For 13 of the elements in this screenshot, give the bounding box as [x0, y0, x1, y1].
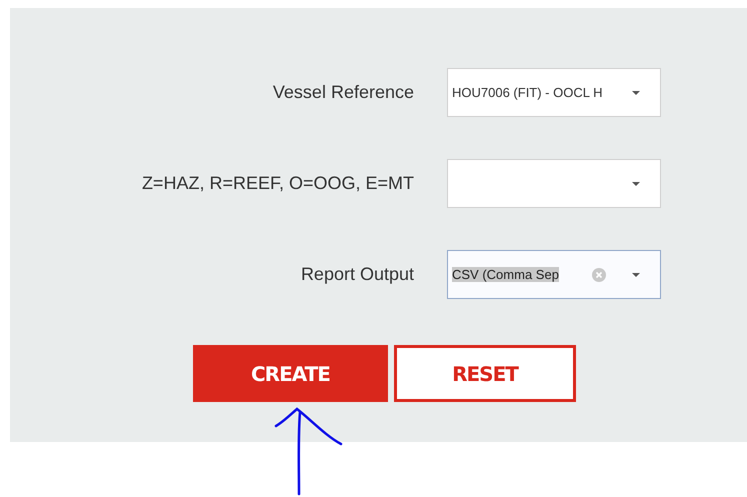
field-value: CSV (Comma Sep	[452, 267, 559, 282]
caret-icon[interactable]	[632, 90, 640, 94]
field-value: HOU7006 (FIT) - OOCL H	[452, 85, 602, 100]
field-label: Vessel Reference	[272, 82, 414, 103]
action-button[interactable]: CREATE	[193, 345, 388, 402]
caret-icon[interactable]	[632, 182, 640, 186]
action-button[interactable]: RESET	[394, 345, 576, 402]
caret-icon[interactable]	[632, 272, 640, 276]
dropdown-field[interactable]	[447, 159, 661, 208]
field-label: Z=HAZ, R=REEF, O=OOG, E=MT	[140, 173, 414, 194]
field-label: Report Output	[300, 264, 414, 285]
dropdown-field[interactable]: CSV (Comma Sep	[447, 250, 661, 299]
dropdown-field[interactable]: HOU7006 (FIT) - OOCL H	[447, 68, 661, 117]
